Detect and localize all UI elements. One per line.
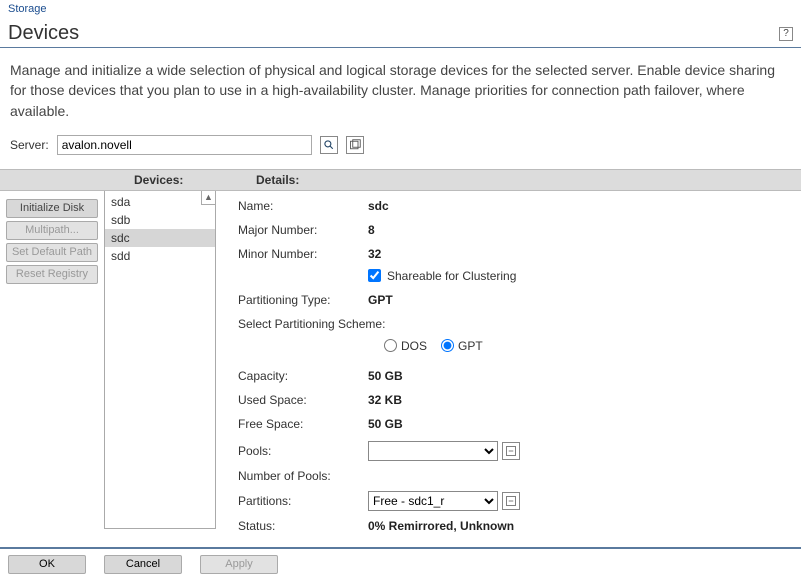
status-value: 0% Remirrored, Unknown: [368, 519, 514, 533]
major-value: 8: [368, 223, 375, 237]
pools-select[interactable]: [368, 441, 498, 461]
free-value: 50 GB: [368, 417, 403, 431]
parttype-value: GPT: [368, 293, 393, 307]
set-default-path-button[interactable]: Set Default Path: [6, 243, 98, 262]
server-input[interactable]: [57, 135, 312, 155]
page-title: Devices: [8, 22, 79, 45]
scroll-up-icon[interactable]: ▲: [201, 191, 215, 205]
device-list[interactable]: ▲ sda sdb sdc sdd: [104, 191, 216, 529]
capacity-value: 50 GB: [368, 369, 403, 383]
initialize-disk-button[interactable]: Initialize Disk: [6, 199, 98, 218]
apply-button[interactable]: Apply: [200, 555, 278, 574]
major-label: Major Number:: [238, 223, 368, 237]
minor-label: Minor Number:: [238, 247, 368, 261]
name-value: sdc: [368, 199, 389, 213]
partitions-select[interactable]: Free - sdc1_r: [368, 491, 498, 511]
used-label: Used Space:: [238, 393, 368, 407]
cancel-button[interactable]: Cancel: [104, 555, 182, 574]
pools-action-icon[interactable]: [502, 442, 520, 460]
list-item[interactable]: sdb: [105, 211, 215, 229]
partitions-action-icon[interactable]: [502, 492, 520, 510]
scheme-gpt-radio[interactable]: GPT: [441, 339, 483, 353]
shareable-checkbox[interactable]: [368, 269, 381, 282]
scheme-gpt-label: GPT: [458, 339, 483, 353]
capacity-label: Capacity:: [238, 369, 368, 383]
devices-col-header: Devices:: [104, 173, 216, 187]
partitions-label: Partitions:: [238, 494, 368, 508]
server-label: Server:: [10, 138, 49, 152]
used-value: 32 KB: [368, 393, 402, 407]
parttype-label: Partitioning Type:: [238, 293, 368, 307]
details-col-header: Details:: [216, 173, 299, 187]
scheme-dos-radio[interactable]: DOS: [384, 339, 427, 353]
list-item[interactable]: sda: [105, 193, 215, 211]
scheme-label: Select Partitioning Scheme:: [238, 317, 385, 331]
status-label: Status:: [238, 519, 368, 533]
pools-label: Pools:: [238, 444, 368, 458]
search-icon[interactable]: [320, 136, 338, 154]
ok-button[interactable]: OK: [8, 555, 86, 574]
numpools-label: Number of Pools:: [238, 469, 368, 483]
multipath-button[interactable]: Multipath...: [6, 221, 98, 240]
list-item[interactable]: sdd: [105, 247, 215, 265]
shareable-label: Shareable for Clustering: [387, 269, 516, 283]
scheme-dos-label: DOS: [401, 339, 427, 353]
minor-value: 32: [368, 247, 381, 261]
history-icon[interactable]: [346, 136, 364, 154]
intro-text: Manage and initialize a wide selection o…: [0, 48, 801, 127]
help-icon[interactable]: ?: [779, 27, 793, 41]
list-item[interactable]: sdc: [105, 229, 215, 247]
reset-registry-button[interactable]: Reset Registry: [6, 265, 98, 284]
free-label: Free Space:: [238, 417, 368, 431]
breadcrumb-storage[interactable]: Storage: [8, 3, 47, 15]
name-label: Name:: [238, 199, 368, 213]
